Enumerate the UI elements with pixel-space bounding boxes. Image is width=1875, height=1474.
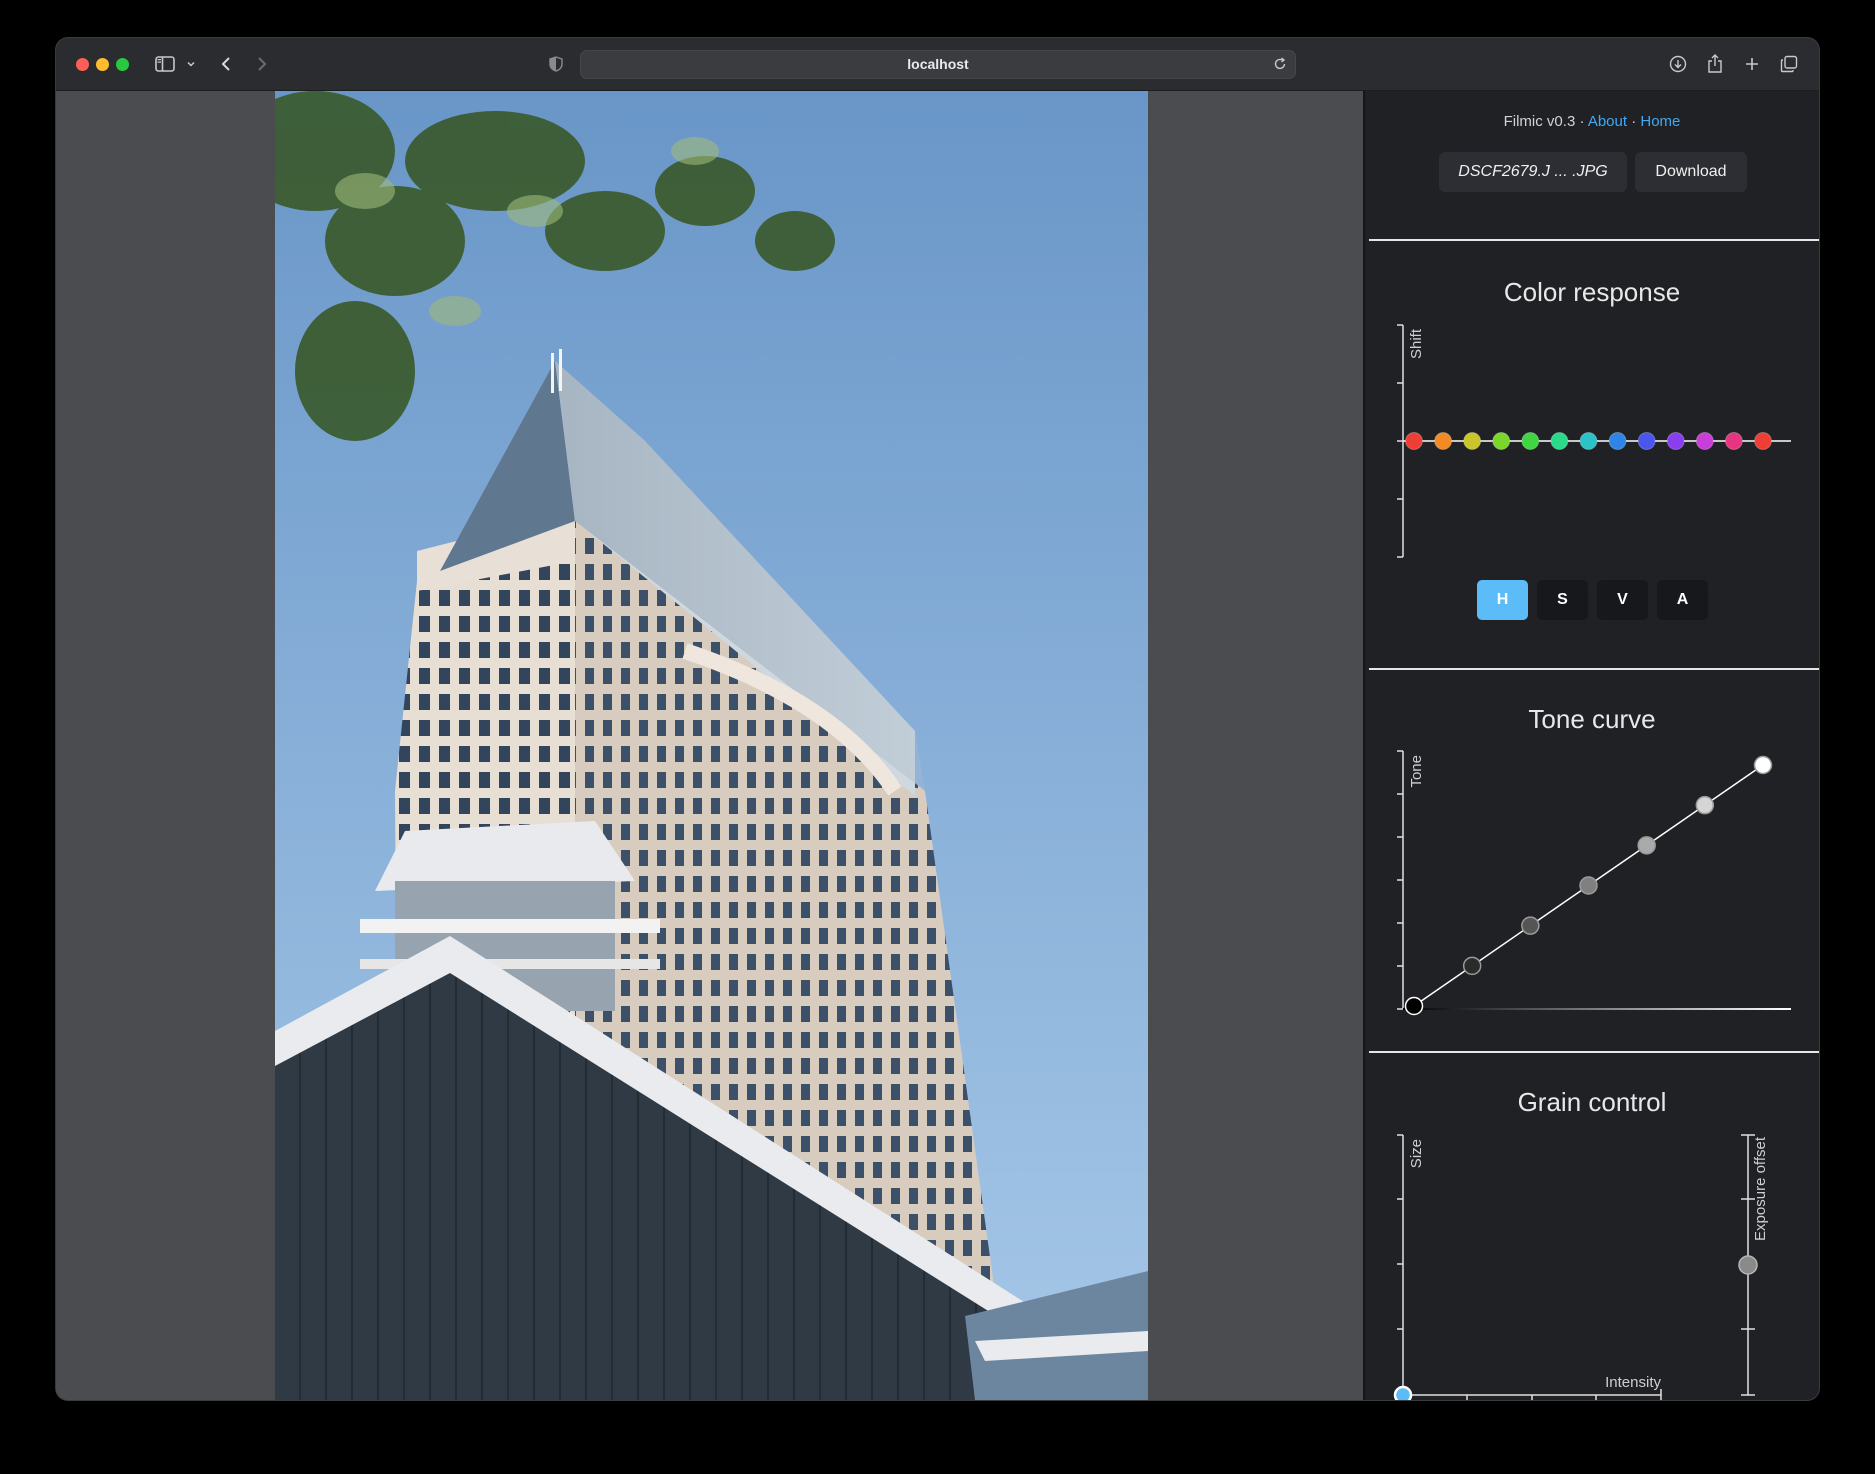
size-axis-label: Size (1408, 1139, 1425, 1168)
hue-control-point[interactable] (1521, 432, 1540, 450)
privacy-shield-icon[interactable] (546, 52, 566, 76)
home-link[interactable]: Home (1640, 113, 1680, 130)
new-tab-plus-icon[interactable] (1740, 52, 1764, 76)
tone-gradient-bar (1403, 1008, 1791, 1010)
app-credits: Filmic v0.3 · About · Home (1365, 113, 1819, 130)
browser-window: localhost Filmic v0.3 · About · Home DSC… (56, 38, 1819, 1400)
hue-control-point[interactable] (1492, 432, 1511, 450)
section-divider (1369, 1051, 1819, 1053)
sidebar-toggle-icon[interactable] (152, 52, 178, 76)
chevron-down-icon[interactable] (184, 52, 198, 76)
hue-control-point[interactable] (1405, 432, 1423, 450)
zoom-window-button[interactable] (116, 58, 129, 71)
back-arrow-icon[interactable] (216, 52, 236, 76)
title-bar: localhost (56, 38, 1819, 91)
tab-overview-icon[interactable] (1777, 52, 1801, 76)
hue-control-point[interactable] (1463, 432, 1482, 450)
hue-control-point[interactable] (1608, 432, 1627, 450)
tone-control-point[interactable] (1753, 755, 1773, 775)
tone-curve-graph[interactable]: Tone (1365, 747, 1819, 1027)
tone-control-point[interactable] (1521, 916, 1540, 935)
grain-size-intensity-handle[interactable] (1393, 1385, 1413, 1400)
grain-control-title: Grain control (1517, 1087, 1667, 1117)
hue-control-point[interactable] (1724, 432, 1743, 450)
tone-control-point[interactable] (1404, 996, 1424, 1016)
exposure-offset-label: Exposure offset (1752, 1136, 1769, 1241)
section-divider (1369, 668, 1819, 670)
mode-a-button[interactable]: A (1657, 580, 1708, 620)
open-file-button[interactable]: DSCF2679.J ... .JPG (1439, 152, 1627, 192)
intensity-axis-label: Intensity (1605, 1374, 1661, 1391)
tone-axis-ticks (1397, 750, 1403, 1010)
grain-control-graph[interactable]: Size Intensity Exposure offset (1365, 1131, 1819, 1400)
address-bar[interactable]: localhost (580, 50, 1296, 79)
reload-icon[interactable] (1273, 57, 1287, 76)
hue-control-point[interactable] (1434, 432, 1453, 450)
mode-s-button[interactable]: S (1537, 580, 1588, 620)
controls-sidebar: Filmic v0.3 · About · Home DSCF2679.J ..… (1363, 91, 1819, 1400)
mode-v-button[interactable]: V (1597, 580, 1648, 620)
section-divider (1369, 239, 1819, 241)
edited-photo (275, 91, 1148, 1400)
color-response-graph[interactable]: Shift (1365, 321, 1819, 571)
hue-control-point[interactable] (1754, 432, 1772, 450)
credits-separator: · (1579, 113, 1585, 130)
image-viewport (56, 91, 1363, 1400)
close-window-button[interactable] (76, 58, 89, 71)
hue-control-point[interactable] (1695, 432, 1714, 450)
version-text: Filmic v0.3 (1503, 113, 1576, 130)
tone-control-point[interactable] (1462, 956, 1482, 976)
color-response-title: Color response (1503, 277, 1681, 307)
shift-axis-label: Shift (1408, 328, 1425, 359)
download-icon[interactable] (1666, 52, 1690, 76)
mode-h-button[interactable]: H (1477, 580, 1528, 620)
credits-separator: · (1631, 113, 1637, 130)
forward-arrow-icon[interactable] (252, 52, 272, 76)
tone-control-point[interactable] (1637, 836, 1656, 855)
share-icon[interactable] (1703, 52, 1727, 76)
hue-control-point[interactable] (1666, 432, 1685, 450)
tone-control-point[interactable] (1579, 876, 1598, 895)
hue-control-point[interactable] (1579, 432, 1598, 450)
page-content: Filmic v0.3 · About · Home DSCF2679.J ..… (56, 91, 1819, 1400)
tone-control-point[interactable] (1695, 795, 1715, 815)
tone-curve-points[interactable] (1404, 755, 1773, 1016)
about-link[interactable]: About (1588, 113, 1627, 130)
url-text: localhost (907, 56, 969, 72)
minimize-window-button[interactable] (96, 58, 109, 71)
tone-axis-label: Tone (1408, 755, 1425, 788)
hue-control-point[interactable] (1637, 432, 1656, 450)
download-button[interactable]: Download (1635, 152, 1747, 192)
hue-control-point[interactable] (1550, 432, 1569, 450)
tone-curve-title: Tone curve (1528, 704, 1656, 734)
exposure-offset-handle[interactable] (1738, 1255, 1758, 1275)
